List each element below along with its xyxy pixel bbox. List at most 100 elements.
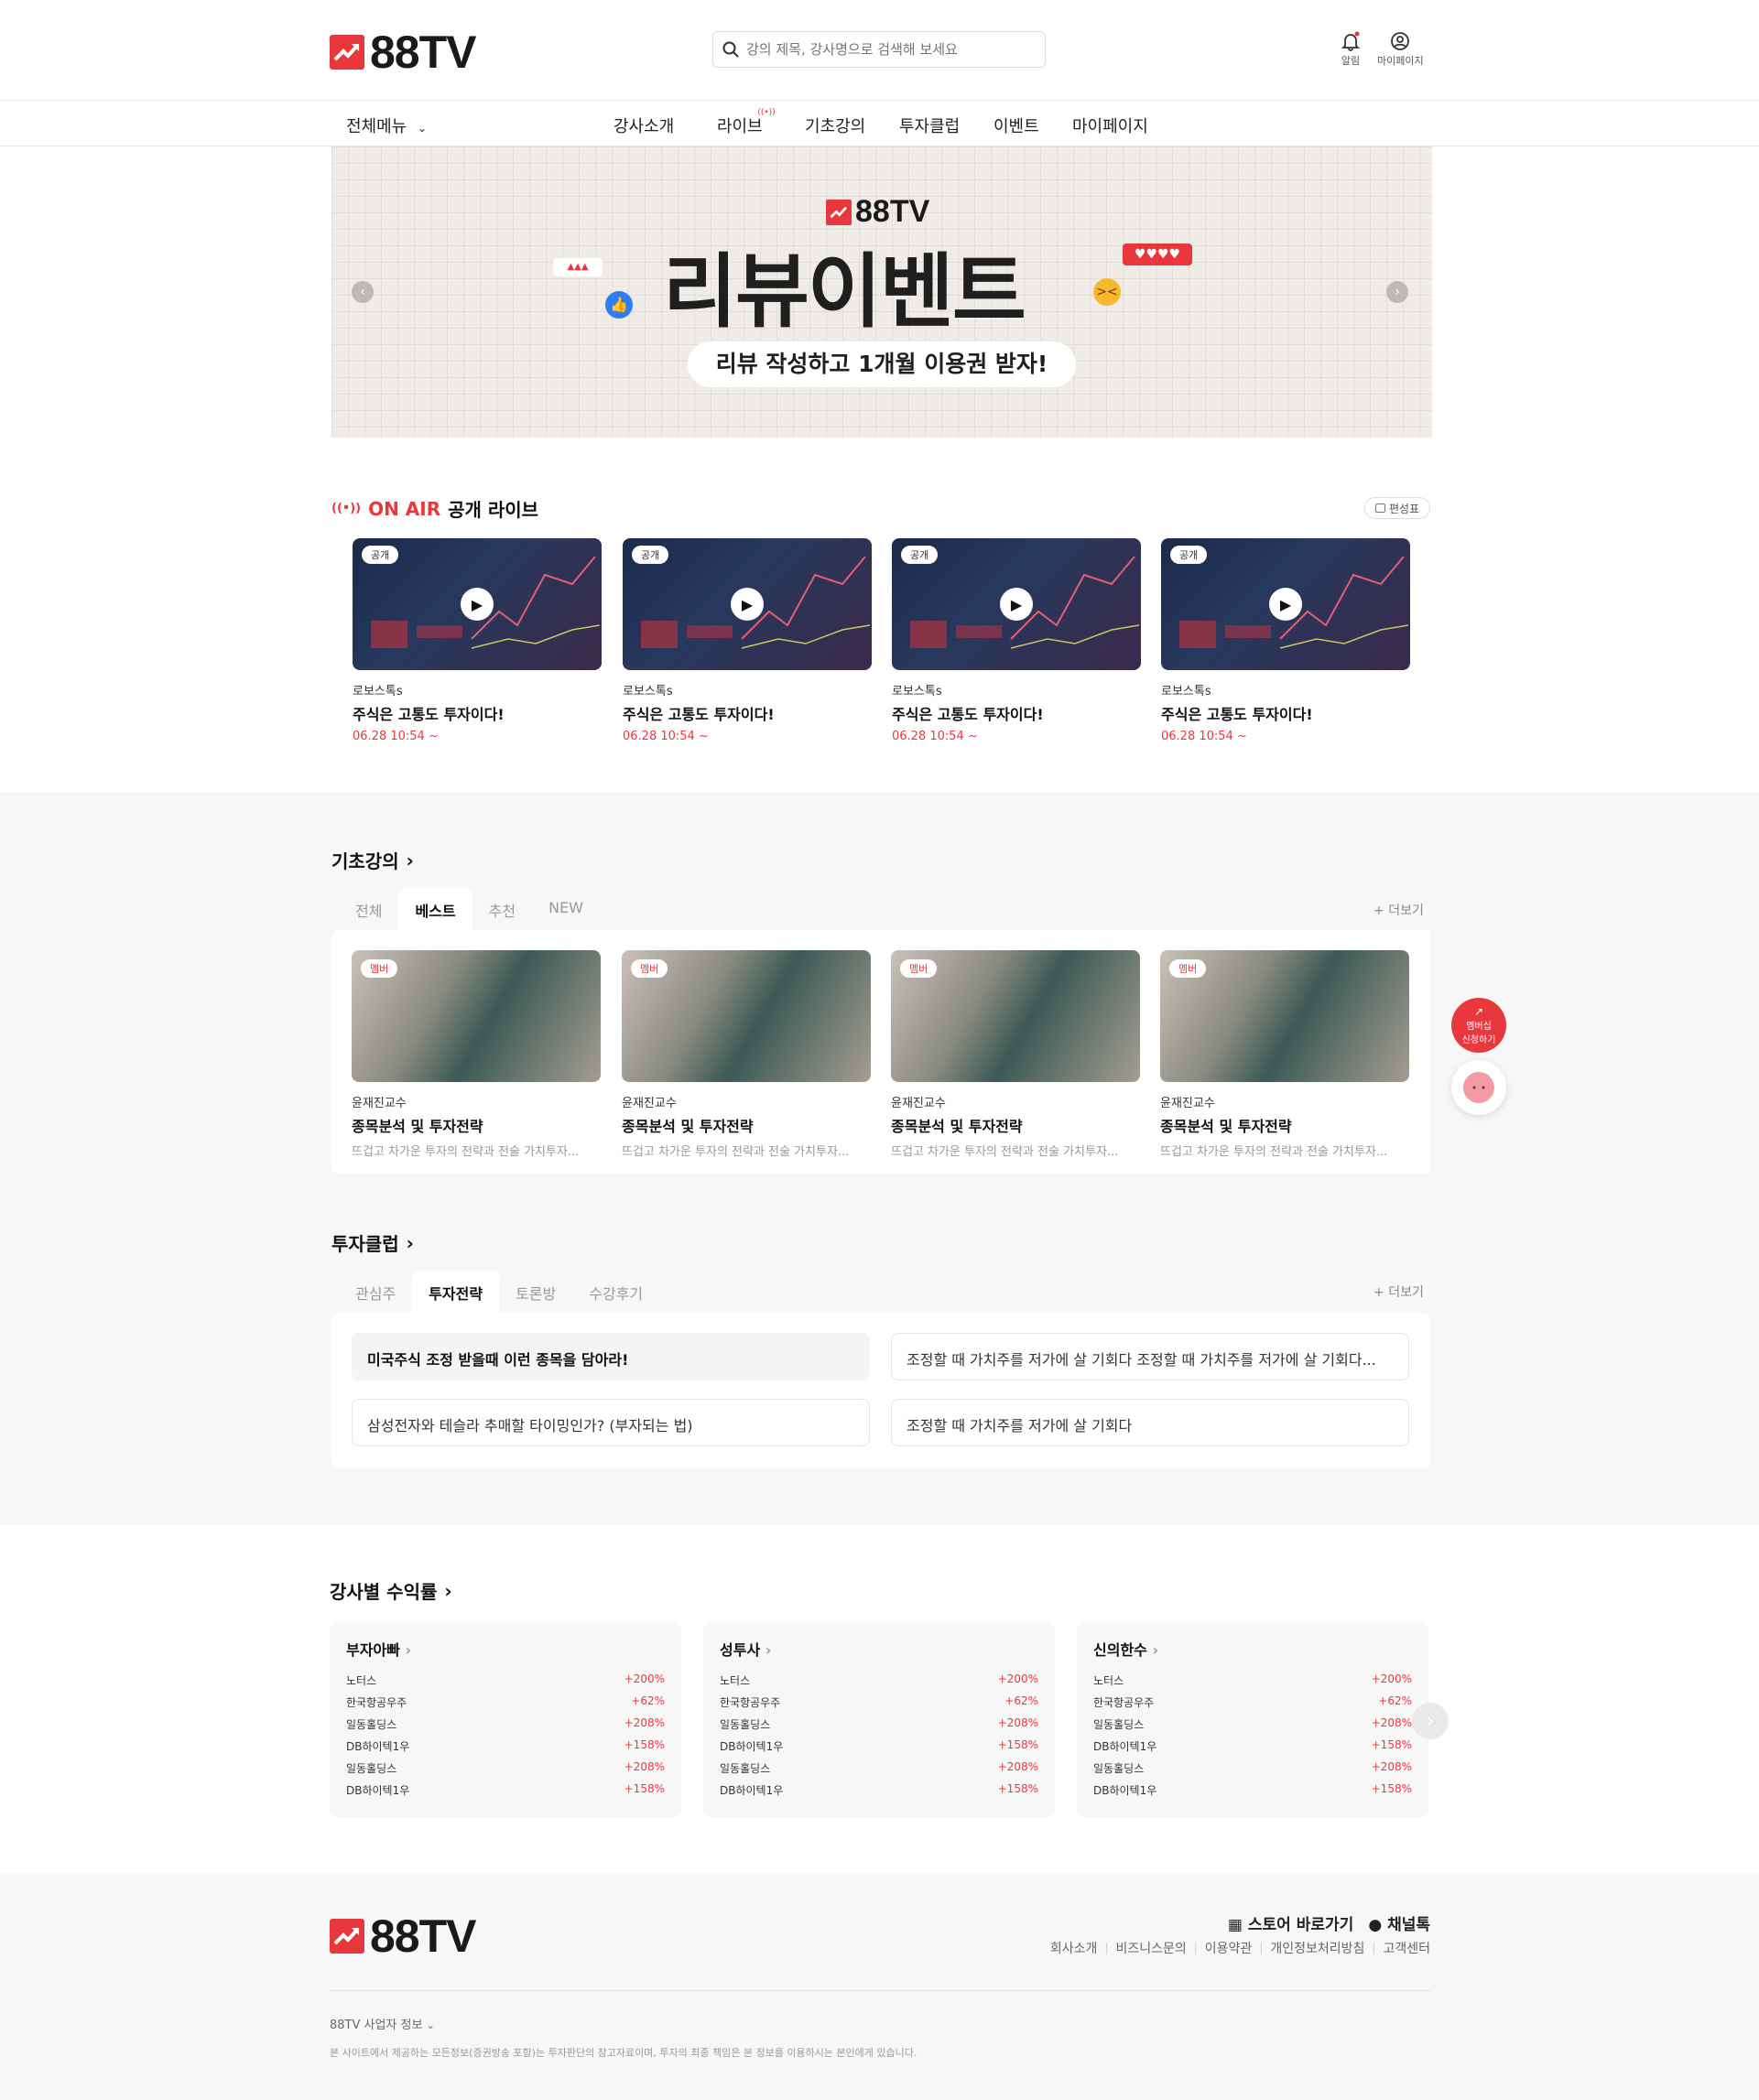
footer-logo[interactable]: 88TV <box>330 1910 477 1963</box>
nav-item-invest-club[interactable]: 투자클럽 <box>899 114 960 137</box>
stock-name: 일동홀딩스 <box>346 1718 397 1731</box>
lecture-card[interactable]: 멤버 윤재진교수 종목분석 및 투자전략 뜨겁고 차가운 투자의 전략과 전술 … <box>622 950 871 1159</box>
tab-strategy[interactable]: 투자전략 <box>412 1271 500 1313</box>
channel-talk-link[interactable]: ● 채널톡 <box>1368 1911 1430 1934</box>
nav-item-basic-lectures[interactable]: 기초강의 <box>805 114 865 137</box>
calendar-icon <box>1374 503 1385 513</box>
footer-link-privacy[interactable]: 개인정보처리방침 <box>1270 1939 1364 1957</box>
play-icon: ▶ <box>471 595 483 613</box>
card-author: 로보스톡s <box>353 685 403 698</box>
returns-next-button[interactable]: › <box>1412 1703 1449 1739</box>
live-card[interactable]: 공개 ▶ 로보스톡s 주식은 고통도 투자이다! 06.28 10:54 ~ <box>892 538 1141 743</box>
card-author: 윤재진교수 <box>891 1097 946 1110</box>
returns-title: 강사별 수익률 <box>330 1581 438 1603</box>
tab-new[interactable]: NEW <box>532 888 600 930</box>
footer-link-company[interactable]: 회사소개 <box>1050 1939 1098 1957</box>
tab-best[interactable]: 베스트 <box>398 888 472 930</box>
club-post[interactable]: 조정할 때 가치주를 저가에 살 기회다 <box>891 1399 1409 1446</box>
footer-link-support[interactable]: 고객센터 <box>1383 1939 1430 1957</box>
live-card[interactable]: 공개 ▶ 로보스톡s 주식은 고통도 투자이다! 06.28 10:54 ~ <box>353 538 602 743</box>
lecture-card[interactable]: 멤버 윤재진교수 종목분석 및 투자전략 뜨겁고 차가운 투자의 전략과 전술 … <box>352 950 601 1159</box>
live-card[interactable]: 공개 ▶ 로보스톡s 주식은 고통도 투자이다! 06.28 10:54 ~ <box>623 538 872 743</box>
plus-icon: + <box>1374 904 1384 918</box>
tab-reviews[interactable]: 수강후기 <box>572 1271 659 1313</box>
stock-name: 노터스 <box>720 1674 751 1687</box>
divider: | <box>1259 1942 1264 1954</box>
club-section-title[interactable]: 투자클럽 › <box>331 1229 414 1256</box>
lecture-thumbnail: 멤버 <box>622 950 871 1082</box>
returns-row: DB하이텍1우 +158% <box>720 1738 1038 1760</box>
more-label: 더보기 <box>1388 904 1424 918</box>
chevron-right-icon: › <box>1152 1641 1159 1659</box>
stock-name: DB하이텍1우 <box>1093 1784 1157 1797</box>
store-link[interactable]: ▦ 스토어 바로가기 <box>1228 1911 1353 1934</box>
chat-bot-icon: • • <box>1463 1072 1494 1103</box>
schedule-button[interactable]: 편성표 <box>1364 497 1430 519</box>
play-button[interactable]: ▶ <box>1000 588 1033 621</box>
lectures-more-link[interactable]: + 더보기 <box>1374 901 1424 919</box>
event-banner[interactable]: ‹ › 88TV 리뷰이벤트 리뷰 작성하고 1개월 이용권 받자! 👍 ▲▲▲… <box>331 146 1432 438</box>
card-title: 주식은 고통도 투자이다! <box>353 706 505 723</box>
tab-recommended[interactable]: 추천 <box>472 888 532 930</box>
lecture-card[interactable]: 멤버 윤재진교수 종목분석 및 투자전략 뜨겁고 차가운 투자의 전략과 전술 … <box>891 950 1140 1159</box>
header: 88TV 알림 마이페이지 <box>0 0 1759 101</box>
instructor-returns-card[interactable]: 성투사 › 노터스 +200% 한국항공우주 +62% 일동홀딩스 +208% DB하… <box>703 1623 1055 1817</box>
nav-item-event[interactable]: 이벤트 <box>994 114 1039 137</box>
member-badge: 멤버 <box>361 959 398 978</box>
chatbot-float-button[interactable]: • • <box>1451 1060 1506 1115</box>
tab-all[interactable]: 전체 <box>339 888 398 930</box>
live-card[interactable]: 공개 ▶ 로보스톡s 주식은 고통도 투자이다! 06.28 10:54 ~ <box>1161 538 1410 743</box>
footer-link-terms[interactable]: 이용약관 <box>1205 1939 1253 1957</box>
club-post[interactable]: 삼성전자와 테슬라 추매할 타이밍인가? (부자되는 법) <box>352 1399 870 1446</box>
tab-watchlist[interactable]: 관심주 <box>339 1271 412 1313</box>
nav-item-live[interactable]: 라이브 ((•)) <box>717 108 776 137</box>
banner-prev-button[interactable]: ‹ <box>352 281 374 303</box>
public-badge: 공개 <box>1170 546 1208 564</box>
search-box[interactable] <box>712 31 1046 68</box>
membership-float-button[interactable]: ↗ 멤버십 신청하기 <box>1451 998 1506 1053</box>
banner-next-button[interactable]: › <box>1386 281 1408 303</box>
footer-links: 회사소개 | 비즈니스문의 | 이용약관 | 개인정보처리방침 | 고객센터 <box>1050 1939 1430 1957</box>
all-menu-button[interactable]: 전체메뉴 ⌄ <box>346 114 427 137</box>
search-input[interactable] <box>746 41 1021 58</box>
return-pct: +200% <box>1371 1672 1412 1685</box>
play-button[interactable]: ▶ <box>461 588 494 621</box>
instructor-returns-card[interactable]: 부자아빠 › 노터스 +200% 한국항공우주 +62% 일동홀딩스 +208% DB… <box>330 1623 681 1817</box>
club-post[interactable]: 조정할 때 가치주를 저가에 살 기회다 조정할 때 가치주를 저가에 살 기회… <box>891 1333 1409 1380</box>
thumbs-bubble-icon: ▲▲▲ <box>553 258 603 276</box>
footer-link-business[interactable]: 비즈니스문의 <box>1115 1939 1186 1957</box>
play-button[interactable]: ▶ <box>731 588 764 621</box>
instructor-name: 부자아빠 › <box>346 1638 665 1660</box>
membership-line2: 신청하기 <box>1461 1035 1496 1045</box>
nav-item-mypage[interactable]: 마이페이지 <box>1072 114 1148 137</box>
stock-name: 일동홀딩스 <box>1093 1762 1145 1775</box>
business-info-toggle[interactable]: 88TV 사업자 정보 ⌄ <box>330 2015 435 2032</box>
play-icon: ▶ <box>741 595 754 613</box>
club-panel: 미국주식 조정 받을때 이런 종목을 담아라! 조정할 때 가치주를 저가에 살… <box>331 1313 1430 1468</box>
logo[interactable]: 88TV <box>330 26 477 79</box>
live-section-title: ((•)) ON AIR 공개 라이브 <box>331 495 538 522</box>
stock-name: 일동홀딩스 <box>720 1718 771 1731</box>
tab-discussion[interactable]: 토론방 <box>499 1271 572 1313</box>
banner-logo-icon <box>826 199 852 225</box>
membership-line1: 멤버십 <box>1466 1022 1492 1032</box>
card-time: 06.28 10:54 ~ <box>353 730 439 743</box>
instructor-returns-card[interactable]: 신의한수 › 노터스 +200% 한국항공우주 +62% 일동홀딩스 +208% DB… <box>1077 1623 1428 1817</box>
banner-logo-text: 88TV <box>855 194 930 229</box>
lectures-section-title[interactable]: 기초강의 › <box>331 847 414 873</box>
divider: | <box>1372 1942 1376 1954</box>
club-more-link[interactable]: + 더보기 <box>1374 1283 1424 1301</box>
mypage-button[interactable]: 마이페이지 <box>1377 31 1424 68</box>
play-button[interactable]: ▶ <box>1269 588 1302 621</box>
returns-row: DB하이텍1우 +158% <box>1093 1782 1412 1804</box>
alarm-button[interactable]: 알림 <box>1341 31 1361 68</box>
lecture-card[interactable]: 멤버 윤재진교수 종목분석 및 투자전략 뜨겁고 차가운 투자의 전략과 전술 … <box>1160 950 1409 1159</box>
club-post[interactable]: 미국주식 조정 받을때 이런 종목을 담아라! <box>352 1333 870 1380</box>
card-time: 06.28 10:54 ~ <box>1161 730 1247 743</box>
nav-item-instructors[interactable]: 강사소개 <box>613 114 674 137</box>
card-author: 로보스톡s <box>892 685 942 698</box>
returns-section-title[interactable]: 강사별 수익률 › <box>330 1577 452 1604</box>
return-pct: +200% <box>624 1672 665 1685</box>
chevron-right-icon: › <box>444 1579 452 1602</box>
return-pct: +200% <box>997 1672 1038 1685</box>
